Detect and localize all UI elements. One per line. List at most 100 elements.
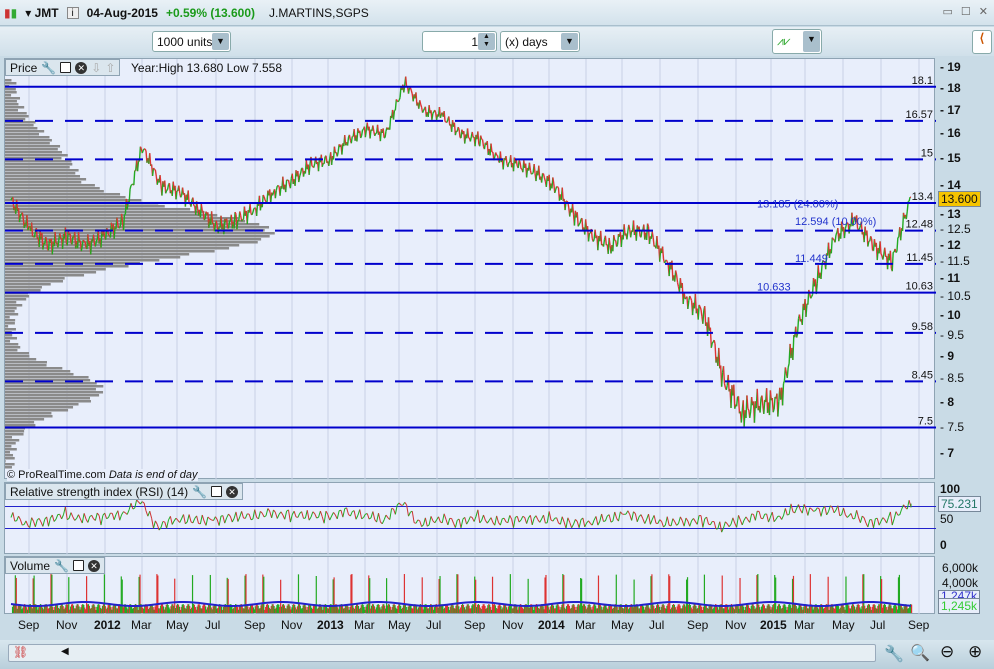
price-panel[interactable]: 18.1 16.57 15 13.4 12.48 11.45 10.63 9.58 8.45 7.… — [4, 58, 936, 481]
candlestick-icon[interactable]: ▮▮ — [4, 6, 17, 20]
rsi-line — [889, 511, 893, 526]
price-panel-header: Price 🔧 ✕ ⇩ ⇧ — [5, 59, 121, 76]
rsi-line — [359, 509, 363, 519]
price-candle — [133, 170, 136, 186]
wrench-icon[interactable]: 🔧 — [41, 61, 56, 75]
close-panel-icon[interactable]: ✕ — [226, 485, 239, 498]
rsi-line — [787, 513, 790, 516]
rsi-line — [423, 517, 426, 525]
rsi-line — [153, 520, 156, 529]
rsi-line — [518, 519, 522, 523]
rsi-tick: 100 — [940, 482, 961, 496]
rsi-line — [531, 517, 535, 526]
rsi-line — [678, 516, 681, 524]
price-candle — [308, 163, 311, 175]
rsi-line — [31, 517, 34, 522]
chart-type-button[interactable]: ⩘⩗ ▼ — [772, 29, 822, 54]
close-icon[interactable]: ✕ — [979, 5, 988, 18]
volume-profile-bar — [5, 463, 15, 466]
ticker-dropdown[interactable]: ▾ JMT — [25, 6, 58, 20]
window-icon[interactable] — [211, 486, 223, 497]
settings-icon[interactable]: 🔧 — [884, 644, 904, 664]
volume-profile-bar — [5, 424, 36, 427]
volume-profile-bar — [5, 370, 71, 373]
rsi-line — [833, 509, 837, 514]
price-candle — [45, 240, 49, 250]
units-select[interactable]: 1000 units ▼ — [152, 31, 231, 52]
window-icon[interactable] — [72, 560, 84, 571]
price-candle — [409, 87, 412, 91]
rsi-line — [837, 505, 841, 516]
price-candle — [165, 190, 168, 194]
price-candle — [350, 136, 353, 144]
price-candle — [561, 187, 564, 201]
rsi-line — [634, 513, 638, 522]
price-candle — [675, 270, 678, 276]
price-candle — [623, 224, 626, 236]
price-candle — [203, 218, 206, 221]
price-candle — [711, 341, 714, 344]
price-candle — [122, 214, 126, 231]
volume-profile-bar — [5, 415, 53, 418]
volume-profile-bar — [5, 166, 70, 169]
price-tick: - 9.5 — [940, 328, 965, 343]
rsi-line — [895, 511, 899, 516]
rsi-line — [689, 520, 693, 527]
zoom-in-icon[interactable]: ⊕ — [968, 642, 982, 662]
volume-bar — [775, 577, 777, 613]
period-unit-select[interactable]: (x) days ▼ — [500, 31, 580, 52]
date: 04-Aug-2015 — [86, 5, 158, 20]
volume-profile-bar — [5, 355, 30, 358]
price-candle — [421, 110, 425, 113]
rsi-line — [424, 517, 428, 527]
price-candle — [311, 165, 314, 168]
wrench-icon[interactable]: 🔧 — [54, 559, 69, 573]
close-panel-icon[interactable]: ✕ — [75, 61, 88, 74]
rsi-line — [248, 513, 252, 520]
rsi-line — [18, 515, 21, 520]
horizontal-scrollbar[interactable]: ⛓ ◀ — [8, 644, 876, 662]
rsi-line — [333, 512, 336, 516]
minimize-icon[interactable]: ▭ — [943, 5, 953, 18]
rsi-line — [783, 508, 786, 516]
price-candle — [142, 148, 145, 151]
zoom-out-icon[interactable]: ⊖ — [940, 642, 954, 662]
rsi-tick: 50 — [940, 512, 954, 526]
period-stepper[interactable]: 1 ▲ ▼ — [422, 31, 497, 52]
price-candle — [33, 231, 37, 238]
close-panel-icon[interactable]: ✕ — [87, 559, 100, 572]
rsi-line — [507, 515, 511, 523]
rsi-line — [244, 513, 248, 519]
rsi-line — [426, 524, 430, 527]
rsi-line — [378, 513, 381, 522]
volume-panel[interactable]: Volume 🔧 ✕ — [4, 556, 935, 615]
rsi-line — [156, 524, 160, 531]
collapse-panel-icon[interactable]: ⟨ — [972, 30, 992, 54]
price-candle — [27, 226, 30, 231]
price-candle — [554, 189, 557, 194]
scroll-left-icon[interactable]: ◀ — [61, 646, 69, 657]
rsi-line — [132, 507, 135, 510]
price-candle — [407, 87, 411, 94]
window-icon[interactable] — [60, 62, 72, 73]
rsi-line — [535, 515, 539, 520]
link-icon[interactable]: ⛓ — [13, 645, 28, 659]
price-candle — [77, 232, 81, 243]
rsi-line — [648, 514, 651, 525]
rsi-line — [366, 513, 370, 520]
rsi-line — [730, 517, 734, 525]
move-down-icon[interactable]: ⇩ — [91, 61, 101, 75]
maximize-icon[interactable]: ☐ — [961, 5, 971, 18]
wrench-icon[interactable]: 🔧 — [192, 485, 207, 499]
info-icon[interactable]: i — [66, 6, 79, 19]
zoom-fit-icon[interactable]: 🔍 — [910, 643, 930, 663]
volume-profile-bar — [5, 337, 18, 340]
price-tick: - 13 — [940, 206, 961, 221]
volume-bar — [911, 604, 913, 613]
price-candle — [446, 119, 449, 123]
volume-profile-bar — [5, 199, 142, 202]
rsi-line — [640, 514, 644, 519]
rsi-line — [383, 514, 387, 521]
rsi-panel[interactable]: Relative strength index (RSI) (14) 🔧 ✕ — [4, 482, 936, 555]
move-up-icon[interactable]: ⇧ — [105, 61, 115, 75]
